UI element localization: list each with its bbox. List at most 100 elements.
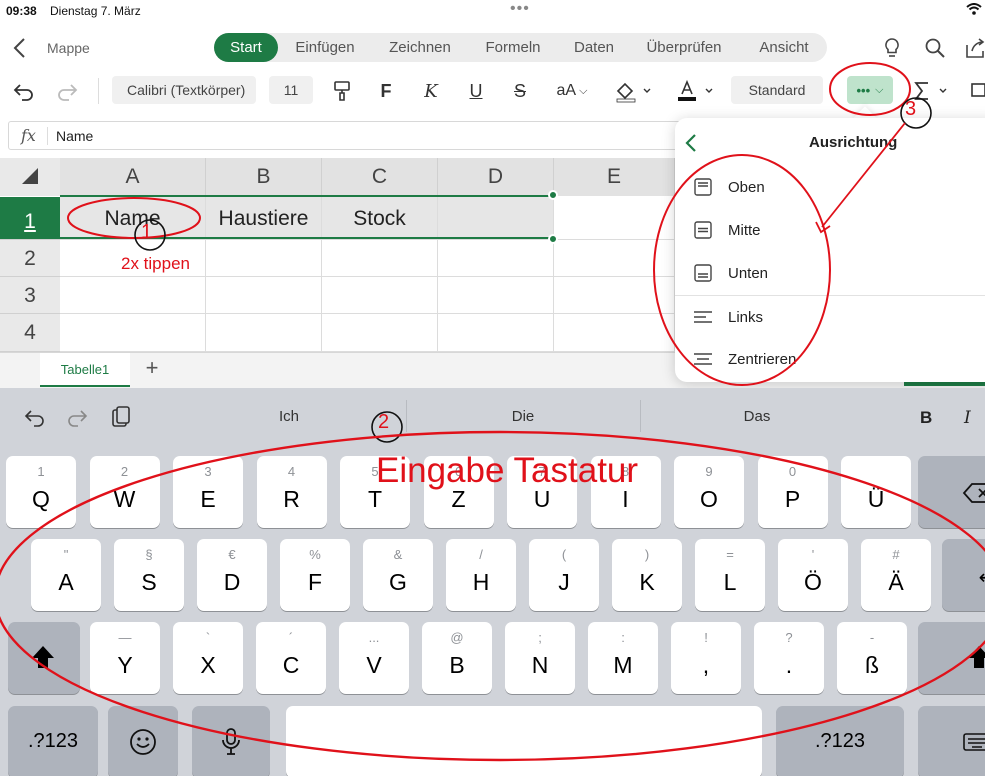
cell-e3[interactable] — [554, 277, 675, 314]
autosum-icon[interactable] — [912, 78, 952, 104]
key-row2-10[interactable]: # Ä — [861, 539, 931, 611]
keyboard-italic-button[interactable]: I — [964, 408, 971, 428]
multitask-dots-icon[interactable]: ••• — [510, 0, 530, 18]
key-row3-8[interactable]: ?. — [754, 622, 824, 694]
align-middle-option[interactable]: Mitte — [675, 209, 985, 252]
key-row2-9[interactable]: ' Ö — [778, 539, 848, 611]
tab-daten[interactable]: Daten — [564, 33, 624, 62]
cell-d4[interactable] — [438, 314, 554, 352]
keyboard-bold-button[interactable]: B — [920, 408, 932, 428]
key-row3-0[interactable]: — Y — [90, 622, 160, 694]
cell-a4[interactable] — [60, 314, 206, 352]
column-header-d[interactable]: D — [438, 158, 554, 196]
font-size-select[interactable]: 11 — [269, 76, 313, 104]
column-header-a[interactable]: A — [60, 158, 206, 196]
key-row1-3[interactable]: 4R — [256, 456, 327, 528]
key-row2-4[interactable]: & G — [363, 539, 433, 611]
key-row2-3[interactable]: % F — [280, 539, 350, 611]
keyboard-redo-icon[interactable] — [66, 408, 88, 428]
lightbulb-icon[interactable] — [880, 36, 904, 60]
cell-c4[interactable] — [322, 314, 438, 352]
undo-icon[interactable] — [12, 78, 36, 104]
key-row3-7[interactable]: !, — [671, 622, 741, 694]
key-row2-5[interactable]: / H — [446, 539, 516, 611]
key-row3-4[interactable]: @ B — [422, 622, 492, 694]
bold-button[interactable]: F — [376, 78, 396, 104]
suggestion-das[interactable]: Das — [697, 408, 817, 425]
numbers-key-left[interactable]: .?123 — [8, 706, 98, 776]
tab-zeichnen[interactable]: Zeichnen — [380, 33, 460, 62]
more-options-button[interactable]: ••• ⌵ — [847, 76, 893, 104]
align-bottom-option[interactable]: Unten — [675, 252, 985, 295]
align-center-option[interactable]: Zentrieren — [675, 338, 985, 381]
row-header-1[interactable]: 1 — [0, 197, 60, 240]
share-icon[interactable] — [962, 36, 985, 60]
number-format-select[interactable]: Standard — [731, 76, 823, 104]
paste-icon[interactable] — [110, 405, 132, 429]
key-row2-2[interactable]: € D — [197, 539, 267, 611]
return-key[interactable]: ↵ — [942, 539, 985, 611]
shift-right-key[interactable] — [918, 622, 985, 694]
key-row3-5[interactable]: ; N — [505, 622, 575, 694]
insert-icon[interactable] — [970, 78, 985, 104]
key-row2-7[interactable]: ) K — [612, 539, 682, 611]
search-icon[interactable] — [923, 36, 947, 60]
key-row3-3[interactable]: ... V — [339, 622, 409, 694]
cell-e4[interactable] — [554, 314, 675, 352]
row-header-3[interactable]: 3 — [0, 277, 60, 314]
cell-b4[interactable] — [206, 314, 322, 352]
cell-b2[interactable] — [206, 240, 322, 277]
sheet-tab-tabelle1[interactable]: Tabelle1 — [40, 353, 130, 387]
key-row2-6[interactable]: (J — [529, 539, 599, 611]
tab-formeln[interactable]: Formeln — [476, 33, 550, 62]
cell-b3[interactable] — [206, 277, 322, 314]
key-row1-0[interactable]: 1Q — [6, 456, 76, 528]
cell-a3[interactable] — [60, 277, 206, 314]
cell-c3[interactable] — [322, 277, 438, 314]
cell-d3[interactable] — [438, 277, 554, 314]
cell-e1[interactable] — [554, 197, 675, 240]
tab-start[interactable]: Start — [214, 33, 278, 62]
key-row3-2[interactable]: ´ C — [256, 622, 326, 694]
column-header-b[interactable]: B — [206, 158, 322, 196]
suggestion-die[interactable]: Die — [463, 408, 583, 425]
suggestion-ich[interactable]: Ich — [229, 408, 349, 425]
selection-handle-top[interactable] — [548, 190, 558, 200]
format-painter-icon[interactable] — [332, 78, 352, 104]
formula-input[interactable]: Name — [56, 128, 93, 144]
dictation-key[interactable] — [192, 706, 270, 776]
back-icon[interactable] — [10, 36, 30, 60]
key-row1-10[interactable]: Ü — [841, 456, 911, 528]
column-header-e[interactable]: E — [554, 158, 675, 196]
key-row2-1[interactable]: § S — [114, 539, 184, 611]
tab-ueberpruefen[interactable]: Überprüfen — [638, 33, 730, 62]
fill-color-icon[interactable] — [614, 78, 654, 104]
font-family-select[interactable]: Calibri (Textkörper) — [112, 76, 256, 104]
backspace-key[interactable] — [918, 456, 985, 528]
key-row2-8[interactable]: = L — [695, 539, 765, 611]
align-left-option[interactable]: Links — [675, 296, 985, 339]
underline-button[interactable]: U — [466, 78, 486, 104]
space-key[interactable] — [286, 706, 762, 776]
row-header-4[interactable]: 4 — [0, 314, 60, 352]
redo-icon[interactable] — [55, 78, 79, 104]
tab-einfuegen[interactable]: Einfügen — [284, 33, 366, 62]
popover-back-icon[interactable] — [683, 132, 699, 154]
shift-left-key[interactable] — [8, 622, 80, 694]
emoji-key[interactable] — [108, 706, 178, 776]
column-header-c[interactable]: C — [322, 158, 438, 196]
add-sheet-button[interactable]: + — [140, 357, 164, 381]
italic-button[interactable]: K — [421, 78, 441, 104]
key-row3-9[interactable]: -ß — [837, 622, 907, 694]
key-row3-6[interactable]: :M — [588, 622, 658, 694]
cell-e2[interactable] — [554, 240, 675, 277]
row-header-2[interactable]: 2 — [0, 240, 60, 277]
select-all-corner[interactable] — [0, 158, 60, 196]
document-name[interactable]: Mappe — [47, 40, 90, 56]
strikethrough-button[interactable]: S — [510, 78, 530, 104]
keyboard-undo-icon[interactable] — [24, 408, 46, 428]
cell-c2[interactable] — [322, 240, 438, 277]
key-row1-8[interactable]: 9O — [674, 456, 744, 528]
hide-keyboard-key[interactable] — [918, 706, 985, 776]
align-top-option[interactable]: Oben — [675, 166, 985, 209]
